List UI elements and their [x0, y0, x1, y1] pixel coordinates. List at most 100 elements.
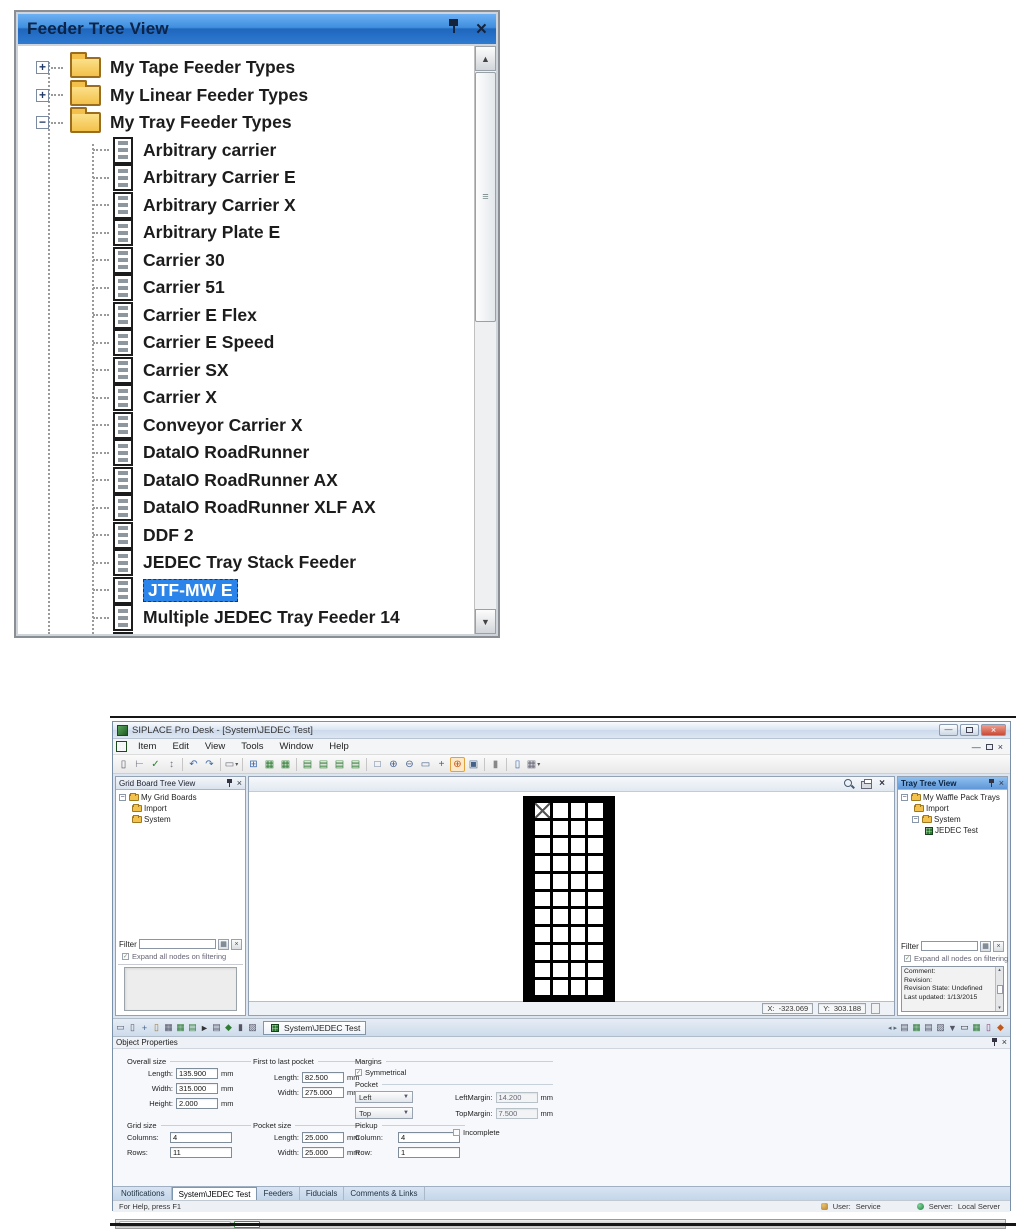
- feeder-type-item[interactable]: Arbitrary Plate E: [18, 219, 472, 247]
- zoom-in-icon[interactable]: ⊕: [386, 757, 401, 772]
- scroll-right-icon[interactable]: ▸: [893, 1024, 897, 1032]
- tray-pocket[interactable]: [552, 856, 568, 871]
- machine-view-icon[interactable]: ▤: [923, 1021, 934, 1034]
- tray-pocket[interactable]: [570, 838, 586, 854]
- tray-pocket[interactable]: [570, 891, 586, 907]
- pin-tool-icon[interactable]: ▮: [235, 1021, 246, 1034]
- pin-icon[interactable]: [988, 778, 995, 788]
- tray-pocket[interactable]: [535, 891, 550, 907]
- tray-pocket[interactable]: [535, 803, 550, 818]
- tree-node[interactable]: System: [119, 814, 245, 825]
- move-tool-icon[interactable]: +: [139, 1021, 150, 1034]
- feeder-type-item[interactable]: Carrier X: [18, 384, 472, 412]
- menu-help[interactable]: Help: [321, 741, 357, 752]
- tray-pocket[interactable]: [570, 944, 586, 960]
- print-icon[interactable]: [861, 779, 873, 789]
- tray-pocket[interactable]: [588, 962, 603, 978]
- feeder-type-item[interactable]: Carrier 51: [18, 274, 472, 302]
- center-view-icon[interactable]: ⊕: [450, 756, 465, 772]
- overall-size-width-field[interactable]: 315.000: [176, 1083, 218, 1094]
- tray-pocket[interactable]: [588, 909, 603, 925]
- clipboard-tool-icon[interactable]: ▯: [151, 1021, 162, 1034]
- tree-node-root[interactable]: − My Grid Boards: [119, 792, 245, 803]
- feeder-type-item[interactable]: DataIO RoadRunner XLF AX: [18, 494, 472, 522]
- pin-icon[interactable]: [447, 18, 460, 40]
- tray-pocket[interactable]: [570, 909, 586, 925]
- tray-pocket[interactable]: [570, 980, 586, 995]
- line-style-icon[interactable]: ▭ ▾: [224, 757, 239, 772]
- component-tool-icon[interactable]: ◆: [223, 1021, 234, 1034]
- marker-tool-icon[interactable]: ◆: [995, 1021, 1006, 1034]
- pin-icon[interactable]: [991, 1038, 998, 1047]
- mdi-minimize-button[interactable]: —: [972, 742, 981, 752]
- feeder-type-item[interactable]: Arbitrary carrier: [18, 136, 472, 165]
- collapse-icon[interactable]: −: [119, 794, 126, 801]
- menu-item[interactable]: Item: [130, 741, 164, 752]
- expand-toggle-icon[interactable]: −: [36, 116, 49, 130]
- expand-filter-checkbox[interactable]: ✓: [904, 955, 911, 962]
- tray-pocket[interactable]: [588, 891, 603, 907]
- feeder-type-item[interactable]: DataIO RoadRunner: [18, 439, 472, 467]
- menu-edit[interactable]: Edit: [164, 741, 196, 752]
- filter-clear-button[interactable]: ×: [993, 940, 1004, 952]
- menu-window[interactable]: Window: [271, 741, 321, 752]
- tray-pocket[interactable]: [552, 873, 568, 889]
- tray-pocket[interactable]: [588, 820, 603, 836]
- tray-pocket[interactable]: [588, 927, 603, 942]
- tray-pocket[interactable]: [588, 803, 603, 818]
- zoom-out-icon[interactable]: ⊖: [402, 757, 417, 772]
- pocket-side-dropdown-left[interactable]: Left ▼: [355, 1091, 413, 1103]
- bottom-tab-system-jedec-test[interactable]: System\JEDEC Test: [171, 1187, 258, 1200]
- grid-tool-icon[interactable]: ▨: [247, 1021, 258, 1034]
- feeder-type-item[interactable]: DDF 2: [18, 521, 472, 550]
- board-list-icon[interactable]: ▦: [163, 1021, 174, 1034]
- tag-tool-icon[interactable]: ▯: [983, 1021, 994, 1034]
- tray-panel-header[interactable]: Tray Tree View ×: [898, 777, 1007, 790]
- tray-pocket[interactable]: [535, 927, 550, 942]
- tray-pocket[interactable]: [552, 838, 568, 854]
- route-tool-icon[interactable]: ⊢: [132, 757, 147, 772]
- pin-icon[interactable]: [226, 778, 233, 788]
- undo-icon[interactable]: ↶: [186, 757, 201, 772]
- symmetrical-checkbox[interactable]: ✓: [355, 1069, 362, 1076]
- layout-list-icon[interactable]: ▤: [899, 1021, 910, 1034]
- object-properties-header[interactable]: Object Properties ×: [113, 1037, 1010, 1049]
- tray-pocket[interactable]: [588, 980, 603, 995]
- print-tool-icon[interactable]: ▤: [211, 1021, 222, 1034]
- tray-pocket[interactable]: [535, 962, 550, 978]
- tray-pocket[interactable]: [570, 873, 586, 889]
- document-tab[interactable]: System\JEDEC Test: [263, 1020, 367, 1035]
- zoom-region-icon[interactable]: ▭: [418, 757, 433, 772]
- tray-pocket[interactable]: [535, 909, 550, 925]
- first-to-last-length-field[interactable]: 82.500: [302, 1072, 344, 1083]
- tree-node[interactable]: Import: [901, 803, 1007, 814]
- tray-pocket[interactable]: [588, 856, 603, 871]
- comment-scrollbar[interactable]: ▴ ▾: [995, 967, 1003, 1011]
- bottom-tab-notifications[interactable]: Notifications: [115, 1187, 172, 1200]
- tray-pocket[interactable]: [570, 856, 586, 871]
- close-icon[interactable]: ×: [476, 20, 487, 39]
- tray-pocket[interactable]: [552, 944, 568, 960]
- tray-pocket[interactable]: [535, 873, 550, 889]
- redo-icon[interactable]: ↷: [202, 757, 217, 772]
- bottom-tab-fiducials[interactable]: Fiducials: [300, 1187, 345, 1200]
- pocket-size-width-field[interactable]: 25.000: [302, 1147, 344, 1158]
- station-3-icon[interactable]: ▤: [332, 757, 347, 772]
- station-2-icon[interactable]: ▤: [316, 757, 331, 772]
- close-icon[interactable]: ×: [237, 778, 242, 788]
- mdi-close-button[interactable]: ×: [998, 742, 1003, 752]
- feeder-type-item[interactable]: Multiple JEDEC Tray Feeder 14: [18, 604, 472, 632]
- new-document-icon[interactable]: ▯: [116, 757, 131, 772]
- scroll-thumb[interactable]: ≡: [475, 72, 496, 322]
- tray-pocket[interactable]: [588, 838, 603, 854]
- tree-node[interactable]: − System: [901, 814, 1007, 825]
- document-icon[interactable]: [116, 741, 127, 752]
- tree-node-root[interactable]: − My Waffle Pack Trays: [901, 792, 1007, 803]
- feeder-type-item[interactable]: Carrier E Flex: [18, 301, 472, 330]
- collapse-icon[interactable]: −: [912, 816, 919, 823]
- feeder-folder-row[interactable]: − My Tray Feeder Types: [18, 107, 472, 137]
- top-margin-field[interactable]: 7.500: [495, 1107, 538, 1119]
- tree-node-selected[interactable]: JEDEC Test: [901, 825, 1007, 836]
- pickup-row-field[interactable]: 1: [398, 1147, 460, 1158]
- close-icon[interactable]: ×: [879, 779, 885, 789]
